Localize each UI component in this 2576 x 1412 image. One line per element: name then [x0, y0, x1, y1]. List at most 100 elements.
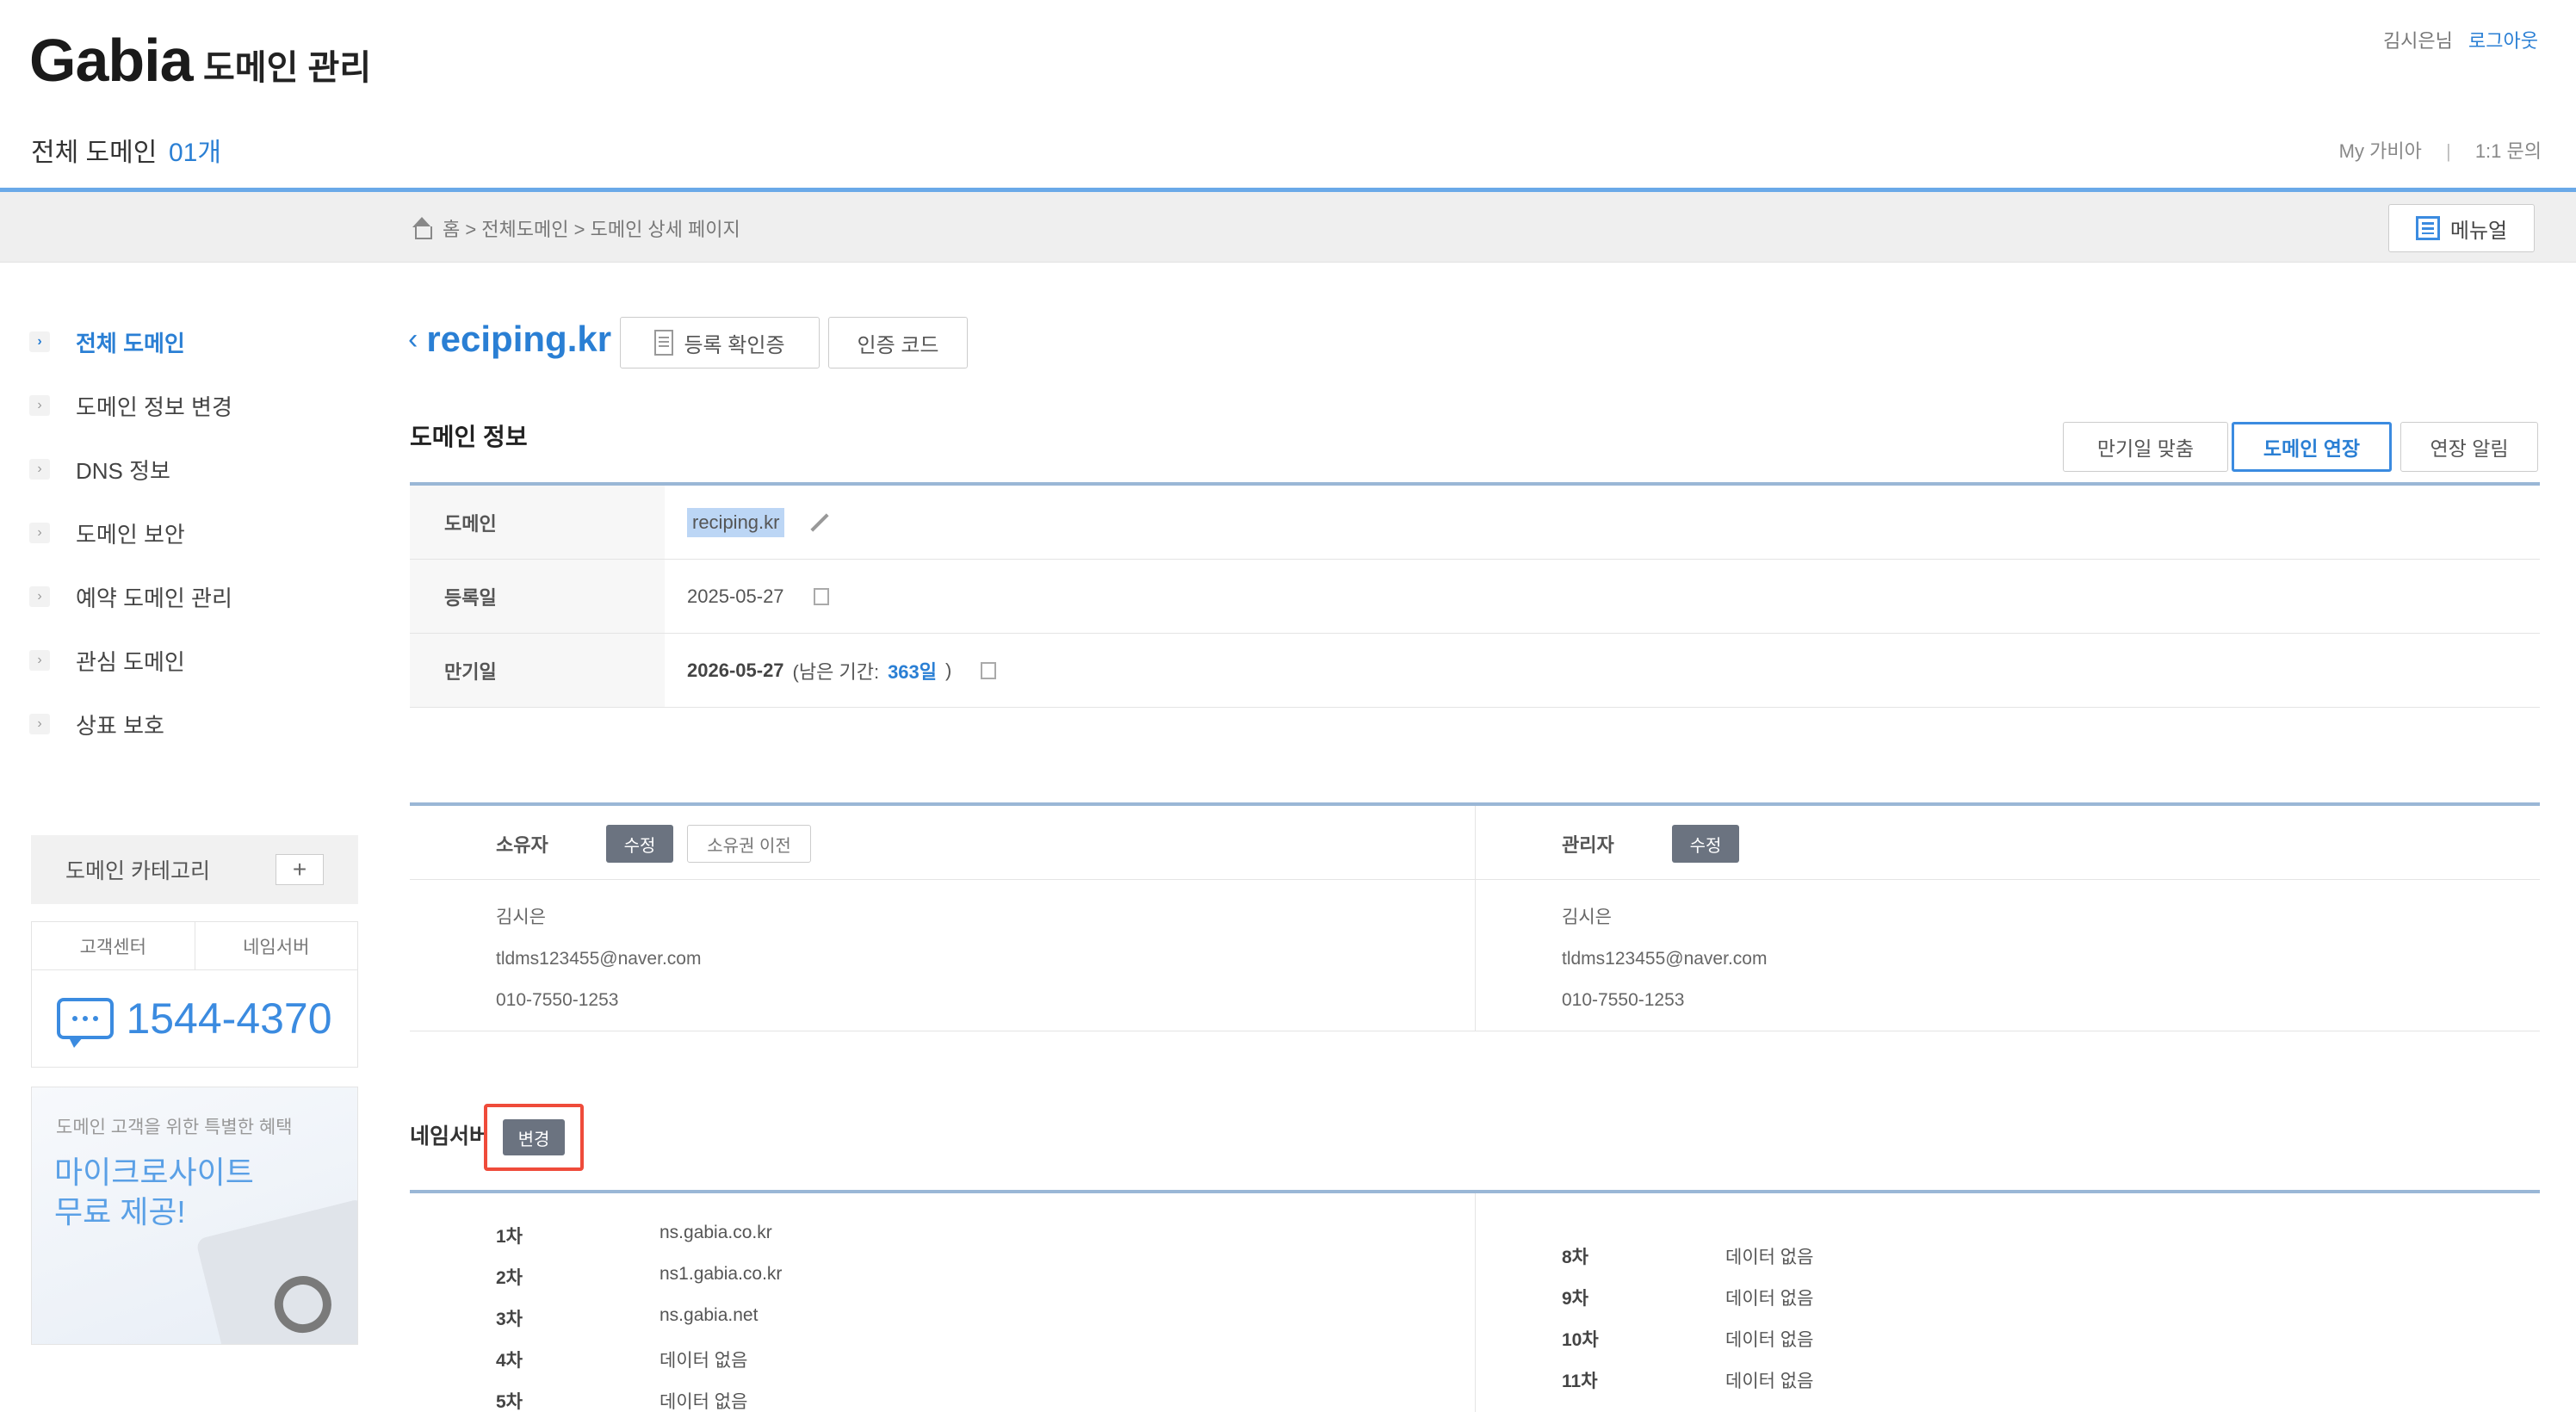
ns-order: 4차	[496, 1351, 523, 1371]
expiry-date-label: 만기일	[410, 634, 665, 707]
total-domains-count[interactable]: 01개	[169, 131, 221, 169]
ns-value: ns.gabia.net	[659, 1305, 759, 1325]
manual-label: 메뉴얼	[2449, 219, 2508, 243]
list-item: 10차 데이터 없음	[1562, 1326, 1813, 1352]
ns-value: 데이터 없음	[659, 1351, 748, 1371]
nameserver-edit-button[interactable]: 변경	[503, 1119, 565, 1155]
extend-notify-button[interactable]: 연장 알림	[2400, 422, 2538, 472]
manual-button[interactable]: 메뉴얼	[2388, 204, 2535, 252]
my-gabia-link[interactable]: My 가비아	[2339, 140, 2422, 162]
registration-date-cell: 2025-05-27	[665, 585, 829, 608]
ns-order: 1차	[496, 1227, 523, 1247]
customer-phone: 1544-4370	[32, 970, 357, 1067]
tab-nameserver[interactable]: 네임서버	[194, 922, 358, 969]
user-links: 김시은님 로그아웃	[2383, 26, 2538, 53]
promo-headline-line1: 마이크로사이트	[54, 1155, 254, 1190]
nameserver-title: 네임서버	[410, 1124, 490, 1149]
domain-value[interactable]: reciping.kr	[687, 507, 785, 537]
pencil-icon[interactable]	[810, 512, 830, 532]
admin-edit-button[interactable]: 수정	[1672, 825, 1739, 863]
back-arrow-icon[interactable]: ‹	[408, 323, 418, 356]
chat-icon	[57, 998, 115, 1048]
gabia-logo[interactable]: Gabia	[29, 26, 194, 95]
remaining-suffix: )	[945, 659, 952, 681]
ns-value: ns.gabia.co.kr	[659, 1223, 772, 1242]
list-item: 2차 ns1.gabia.co.kr	[496, 1264, 782, 1290]
auth-code-button[interactable]: 인증 코드	[828, 317, 968, 368]
qna-link[interactable]: 1:1 문의	[2475, 140, 2542, 162]
sidebar-item-domain-info[interactable]: › 도메인 정보 변경	[29, 374, 356, 437]
sidebar-item-trademark[interactable]: › 상표 보호	[29, 692, 356, 756]
sidebar-item-security[interactable]: › 도메인 보안	[29, 501, 356, 565]
domain-extend-button[interactable]: 도메인 연장	[2232, 422, 2392, 472]
admin-column: 관리자 수정 김시은 tldms123455@naver.com 010-755…	[1475, 806, 2540, 1031]
logout-link[interactable]: 로그아웃	[2468, 30, 2538, 52]
sidebar-item-dns[interactable]: › DNS 정보	[29, 437, 356, 501]
promo-headline-line2: 무료 제공!	[54, 1194, 186, 1229]
domain-category-label: 도메인 카테고리	[65, 859, 210, 883]
ns-order: 8차	[1562, 1248, 1588, 1267]
sidebar-item-label: DNS 정보	[76, 457, 170, 484]
breadcrumb-path[interactable]: 홈 > 전체도메인 > 도메인 상세 페이지	[443, 214, 740, 242]
user-name: 김시은님	[2382, 30, 2453, 52]
sidebar-item-all-domains[interactable]: › 전체 도메인	[29, 310, 356, 374]
ns-order: 11차	[1562, 1372, 1598, 1391]
home-icon[interactable]	[410, 217, 434, 239]
admin-phone: 010-7550-1253	[1562, 990, 1685, 1010]
calendar-icon[interactable]	[813, 587, 829, 605]
customer-center-box: 고객센터 네임서버 1544-4370	[31, 921, 358, 1068]
list-item: 3차 ns.gabia.net	[496, 1305, 758, 1331]
logo-subtitle: 도메인 관리	[203, 49, 372, 87]
ownership-transfer-button[interactable]: 소유권 이전	[687, 825, 811, 863]
contact-table: 소유자 수정 소유권 이전 김시은 tldms123455@naver.com …	[410, 802, 2540, 1031]
ns-order: 3차	[496, 1310, 523, 1329]
list-item: 8차 데이터 없음	[1562, 1243, 1813, 1269]
add-category-button[interactable]: +	[276, 854, 324, 885]
chevron-right-icon: ›	[29, 395, 50, 416]
customer-center-tabs: 고객센터 네임서버	[32, 922, 357, 970]
sidebar-item-reserved[interactable]: › 예약 도메인 관리	[29, 565, 356, 629]
ns-order: 5차	[496, 1392, 523, 1412]
sidebar-item-label: 도메인 보안	[76, 521, 185, 548]
owner-name: 김시은	[496, 907, 546, 927]
owner-header: 소유자 수정 소유권 이전	[410, 806, 1475, 880]
top-links: My 가비아 | 1:1 문의	[2339, 136, 2542, 164]
breadcrumb: 홈 > 전체도메인 > 도메인 상세 페이지	[410, 214, 740, 242]
chevron-right-icon: ›	[29, 523, 50, 543]
owner-email: tldms123455@naver.com	[496, 949, 702, 969]
chevron-right-icon: ›	[29, 331, 50, 352]
chevron-right-icon: ›	[29, 650, 50, 671]
sidebar-item-label: 전체 도메인	[76, 330, 185, 356]
list-item: 11차 데이터 없음	[1562, 1367, 1813, 1393]
remaining-prefix: (남은 기간:	[792, 660, 880, 683]
domain-info-title: 도메인 정보	[410, 424, 528, 450]
microsite-promo-banner[interactable]: 도메인 고객을 위한 특별한 혜택 마이크로사이트 무료 제공!	[31, 1087, 358, 1345]
admin-name: 김시은	[1562, 907, 1612, 927]
ns-value: 데이터 없음	[1725, 1248, 1814, 1267]
domain-value-cell: reciping.kr	[665, 507, 831, 537]
ns-value: 데이터 없음	[1725, 1330, 1814, 1350]
expiry-date-cell: 2026-05-27 (남은 기간: 363일 )	[665, 657, 997, 684]
owner-edit-button[interactable]: 수정	[606, 825, 673, 863]
calendar-icon[interactable]	[981, 661, 997, 679]
domain-label: 도메인	[410, 486, 665, 559]
nameserver-edit-highlight: 변경	[484, 1104, 584, 1171]
chevron-right-icon: ›	[29, 714, 50, 734]
sidebar: › 전체 도메인 › 도메인 정보 변경 › DNS 정보 › 도메인 보안 ›…	[29, 310, 356, 756]
tab-customer-center[interactable]: 고객센터	[32, 922, 195, 969]
table-row: 도메인 reciping.kr	[410, 486, 2540, 560]
ns-value: ns1.gabia.co.kr	[659, 1264, 783, 1284]
sidebar-item-interest[interactable]: › 관심 도메인	[29, 629, 356, 692]
expiry-match-button[interactable]: 만기일 맞춤	[2063, 422, 2228, 472]
admin-email: tldms123455@naver.com	[1562, 949, 1768, 969]
sidebar-item-label: 예약 도메인 관리	[76, 585, 232, 611]
ns-order: 9차	[1562, 1289, 1588, 1309]
manual-icon	[2415, 216, 2440, 240]
owner-column: 소유자 수정 소유권 이전 김시은 tldms123455@naver.com …	[410, 806, 1475, 1031]
remaining-days: 363일	[888, 660, 938, 683]
registration-certificate-label: 등록 확인증	[684, 333, 785, 357]
domain-info-table: 도메인 reciping.kr 등록일 2025-05-27 만기일 2026-…	[410, 482, 2540, 708]
admin-label: 관리자	[1562, 834, 1614, 856]
registration-certificate-button[interactable]: 등록 확인증	[620, 317, 820, 368]
ns-value: 데이터 없음	[1725, 1289, 1814, 1309]
